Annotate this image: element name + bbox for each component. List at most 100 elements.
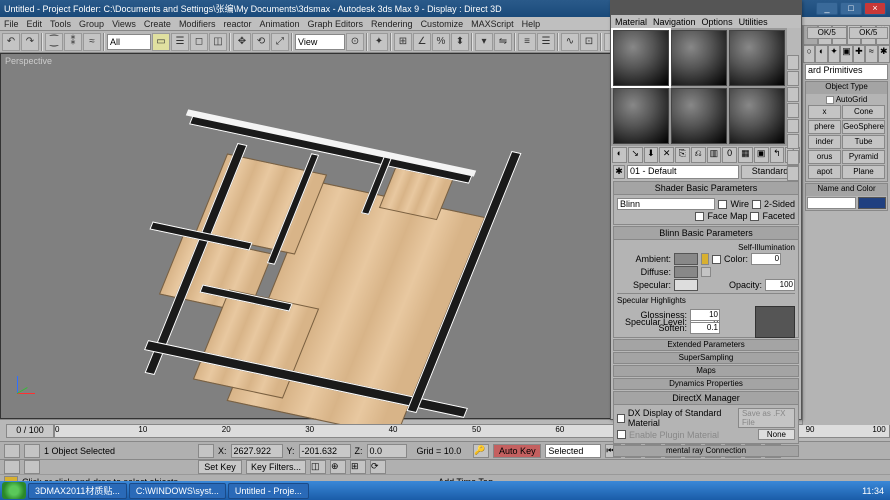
- show-end-result-button[interactable]: ▣: [754, 147, 769, 163]
- prim-tube-button[interactable]: Tube: [842, 135, 885, 149]
- material-slot-3[interactable]: [729, 30, 785, 86]
- save-fx-button[interactable]: Save as .FX File: [738, 408, 795, 428]
- bind-space-warp-button[interactable]: ≈: [83, 33, 101, 51]
- ok5-btn-1[interactable]: OK/5: [807, 27, 847, 39]
- facemap-checkbox[interactable]: [695, 212, 704, 221]
- curve-editor-button[interactable]: ∿: [561, 33, 579, 51]
- menu-create[interactable]: Create: [144, 19, 171, 29]
- shapes-subtab[interactable]: ◐: [815, 45, 827, 63]
- specular-color-swatch[interactable]: [674, 279, 698, 291]
- spinner-snap-button[interactable]: ⬍: [451, 33, 469, 51]
- prim-pyramid-button[interactable]: Pyramid: [842, 150, 885, 164]
- menu-modifiers[interactable]: Modifiers: [179, 19, 216, 29]
- show-map-button[interactable]: ▦: [738, 147, 753, 163]
- dx-display-checkbox[interactable]: [617, 414, 625, 423]
- rollout-supersampling[interactable]: SuperSampling: [613, 352, 799, 364]
- prim-plane-button[interactable]: Plane: [842, 165, 885, 179]
- put-to-library-button[interactable]: ▥: [707, 147, 722, 163]
- prim-teapot-button[interactable]: apot: [808, 165, 841, 179]
- menu-customize[interactable]: Customize: [421, 19, 464, 29]
- lock-selection-button[interactable]: [198, 444, 214, 458]
- mirror-button[interactable]: ⇋: [494, 33, 512, 51]
- category-dropdown[interactable]: ard Primitives: [805, 64, 888, 80]
- selfillum-spinner[interactable]: 0: [751, 253, 781, 265]
- material-slot-6[interactable]: [729, 88, 785, 144]
- menu-file[interactable]: File: [4, 19, 19, 29]
- link-button[interactable]: ⁐: [45, 33, 63, 51]
- angle-snap-button[interactable]: ∠: [413, 33, 431, 51]
- maxscript-button[interactable]: [4, 460, 20, 474]
- put-to-scene-button[interactable]: ↘: [628, 147, 643, 163]
- ambient-lock-icon[interactable]: [701, 253, 709, 265]
- prim-torus-button[interactable]: orus: [808, 150, 841, 164]
- mat-menu-material[interactable]: Material: [615, 17, 647, 27]
- cameras-subtab[interactable]: ▣: [840, 45, 852, 63]
- keymode-toggle[interactable]: 🔑: [473, 444, 489, 458]
- maximize-button[interactable]: □: [840, 2, 862, 15]
- track-toggle-button[interactable]: [24, 444, 40, 458]
- geometry-subtab[interactable]: ○: [803, 45, 815, 63]
- material-slot-4[interactable]: [613, 88, 669, 144]
- taskbar-item-2[interactable]: C:\WINDOWS\syst...: [129, 483, 226, 499]
- prim-cylinder-button[interactable]: inder: [808, 135, 841, 149]
- close-button[interactable]: ×: [864, 2, 886, 15]
- select-by-name-button[interactable]: ☰: [171, 33, 189, 51]
- menu-help[interactable]: Help: [522, 19, 541, 29]
- menu-tools[interactable]: Tools: [50, 19, 71, 29]
- menu-views[interactable]: Views: [112, 19, 136, 29]
- material-editor-window[interactable]: Material Navigation Options Utilities ◐ …: [610, 0, 802, 420]
- select-by-material-button[interactable]: [787, 166, 799, 181]
- menu-reactor[interactable]: reactor: [223, 19, 251, 29]
- rollout-extended[interactable]: Extended Parameters: [613, 339, 799, 351]
- backlight-button[interactable]: [787, 71, 799, 86]
- system-tray[interactable]: 11:34: [858, 486, 888, 496]
- helpers-subtab[interactable]: ✚: [853, 45, 865, 63]
- opacity-spinner[interactable]: 100: [765, 279, 795, 291]
- mat-menu-utilities[interactable]: Utilities: [739, 17, 768, 27]
- ambient-color-swatch[interactable]: [674, 253, 698, 265]
- select-object-button[interactable]: ▭: [152, 33, 170, 51]
- rollout-mentalray[interactable]: mental ray Connection: [613, 445, 799, 457]
- enable-plugin-checkbox[interactable]: [617, 430, 626, 439]
- diffuse-map-button[interactable]: [701, 267, 711, 277]
- material-editor-titlebar[interactable]: [611, 1, 801, 15]
- select-scale-button[interactable]: ⤢: [271, 33, 289, 51]
- menu-edit[interactable]: Edit: [27, 19, 43, 29]
- taskbar-item-3[interactable]: Untitled - Proje...: [228, 483, 309, 499]
- select-rotate-button[interactable]: ⟲: [252, 33, 270, 51]
- select-move-button[interactable]: ✥: [233, 33, 251, 51]
- systems-subtab[interactable]: ✱: [878, 45, 890, 63]
- ref-coord-dropdown[interactable]: View: [295, 34, 345, 50]
- autokey-button[interactable]: Auto Key: [493, 444, 541, 458]
- ok5-btn-2[interactable]: OK/5: [849, 27, 889, 39]
- make-preview-button[interactable]: [787, 134, 799, 149]
- transform-z-field[interactable]: 0.0: [367, 444, 407, 458]
- twosided-checkbox[interactable]: [752, 200, 761, 209]
- schematic-view-button[interactable]: ⊡: [580, 33, 598, 51]
- selection-filter-dropdown[interactable]: All: [107, 34, 151, 50]
- menu-animation[interactable]: Animation: [259, 19, 299, 29]
- spacewarps-subtab[interactable]: ≈: [865, 45, 877, 63]
- assign-to-selection-button[interactable]: ⬇: [644, 147, 659, 163]
- selection-region-button[interactable]: ◻: [190, 33, 208, 51]
- minimize-button[interactable]: _: [816, 2, 838, 15]
- video-check-button[interactable]: [787, 119, 799, 134]
- get-material-button[interactable]: ◐: [612, 147, 627, 163]
- background-button[interactable]: [787, 87, 799, 102]
- go-parent-button[interactable]: ↰: [770, 147, 785, 163]
- start-button[interactable]: [2, 482, 26, 499]
- lights-subtab[interactable]: ✦: [828, 45, 840, 63]
- material-slot-2[interactable]: [671, 30, 727, 86]
- nav-orbit-button[interactable]: ⊕: [330, 460, 346, 474]
- setkey-button[interactable]: Set Key: [198, 460, 242, 474]
- mat-menu-navigation[interactable]: Navigation: [653, 17, 696, 27]
- menu-rendering[interactable]: Rendering: [371, 19, 413, 29]
- rollout-header[interactable]: Shader Basic Parameters: [614, 182, 798, 195]
- object-color-swatch[interactable]: [858, 197, 886, 209]
- percent-snap-button[interactable]: %: [432, 33, 450, 51]
- object-name-field[interactable]: [807, 197, 856, 209]
- glossiness-spinner[interactable]: 10: [690, 309, 720, 321]
- unlink-button[interactable]: ⁑: [64, 33, 82, 51]
- prim-geosphere-button[interactable]: GeoSphere: [842, 120, 885, 134]
- prim-sphere-button[interactable]: phere: [808, 120, 841, 134]
